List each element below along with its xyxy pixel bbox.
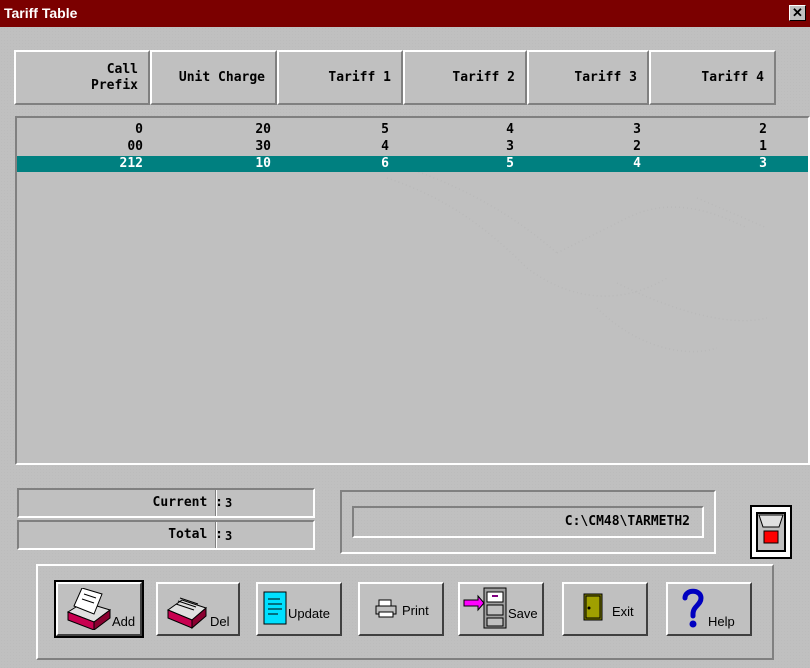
card-file-delete-icon <box>166 597 207 630</box>
save-label: Save <box>508 606 538 621</box>
header-unit-charge[interactable]: Unit Charge <box>150 50 277 105</box>
cell-tariff-1: 6 <box>381 156 389 171</box>
cell-call-prefix: 0 <box>135 122 143 137</box>
cell-tariff-3: 3 <box>633 122 641 137</box>
printer-icon <box>375 599 397 618</box>
exit-button[interactable]: Exit <box>562 582 648 636</box>
file-path: C:\CM48\TARMETH2 <box>352 506 704 538</box>
title-bar[interactable]: Tariff Table ✕ <box>0 0 810 27</box>
table-row[interactable]: 0 20 5 4 3 2 <box>17 122 808 138</box>
add-button[interactable]: Add <box>54 580 144 638</box>
cell-tariff-4: 2 <box>759 122 767 137</box>
table-row-selected[interactable]: 212 10 6 5 4 3 <box>17 156 808 172</box>
header-tariff-2[interactable]: Tariff 2 <box>403 50 527 105</box>
delete-button[interactable]: Del <box>156 582 240 636</box>
header-tariff-4[interactable]: Tariff 4 <box>649 50 776 105</box>
switch-icon <box>756 512 786 552</box>
help-button[interactable]: Help <box>666 582 752 636</box>
cell-tariff-1: 4 <box>381 139 389 154</box>
door-exit-icon <box>583 593 603 621</box>
current-label: Current : <box>152 495 223 510</box>
filing-cabinet-save-icon <box>463 587 507 629</box>
tariff-grid[interactable]: 0 20 5 4 3 2 00 30 4 3 2 1 212 10 6 5 4 <box>15 116 810 465</box>
cell-tariff-2: 3 <box>506 139 514 154</box>
print-label: Print <box>402 603 429 618</box>
close-icon: ✕ <box>792 5 803 20</box>
tariff-table-window: Tariff Table ✕ Call Prefix Unit Charge T… <box>0 0 810 668</box>
add-label: Add <box>112 614 136 629</box>
cell-call-prefix: 00 <box>127 139 143 154</box>
cell-tariff-4: 3 <box>759 156 767 171</box>
action-toolbar: Add Del Update Print Save Exit Help <box>36 564 774 660</box>
window-title: Tariff Table <box>4 5 78 21</box>
question-mark-icon <box>682 588 704 628</box>
header-tariff-3[interactable]: Tariff 3 <box>527 50 649 105</box>
help-label: Help <box>708 614 735 629</box>
hand-watermark-icon <box>386 167 768 353</box>
cell-tariff-3: 2 <box>633 139 641 154</box>
print-button[interactable]: Print <box>358 582 444 636</box>
column-header: Call Prefix Unit Charge Tariff 1 Tariff … <box>14 50 776 105</box>
client-area: Call Prefix Unit Charge Tariff 1 Tariff … <box>0 27 810 668</box>
total-field: Total : 3 <box>17 520 315 550</box>
update-label: Update <box>288 606 330 621</box>
cell-tariff-2: 5 <box>506 156 514 171</box>
header-call-prefix[interactable]: Call Prefix <box>14 50 150 105</box>
cell-tariff-4: 1 <box>759 139 767 154</box>
exit-label: Exit <box>612 604 634 619</box>
cell-tariff-1: 5 <box>381 122 389 137</box>
file-path-panel: C:\CM48\TARMETH2 <box>340 490 716 554</box>
cell-unit-charge: 20 <box>255 122 271 137</box>
cell-unit-charge: 10 <box>255 156 271 171</box>
cell-call-prefix: 212 <box>119 156 143 171</box>
cell-unit-charge: 30 <box>255 139 271 154</box>
delete-label: Del <box>210 614 230 629</box>
current-field: Current : 3 <box>17 488 315 518</box>
document-edit-icon <box>263 591 287 625</box>
update-button[interactable]: Update <box>256 582 342 636</box>
table-row[interactable]: 00 30 4 3 2 1 <box>17 139 808 155</box>
total-value: 3 <box>225 529 233 543</box>
power-switch-button[interactable] <box>750 505 792 559</box>
header-tariff-1[interactable]: Tariff 1 <box>277 50 403 105</box>
close-button[interactable]: ✕ <box>789 5 806 21</box>
card-file-add-icon <box>66 588 112 630</box>
cell-tariff-2: 4 <box>506 122 514 137</box>
save-button[interactable]: Save <box>458 582 544 636</box>
cell-tariff-3: 4 <box>633 156 641 171</box>
current-value: 3 <box>225 496 233 510</box>
